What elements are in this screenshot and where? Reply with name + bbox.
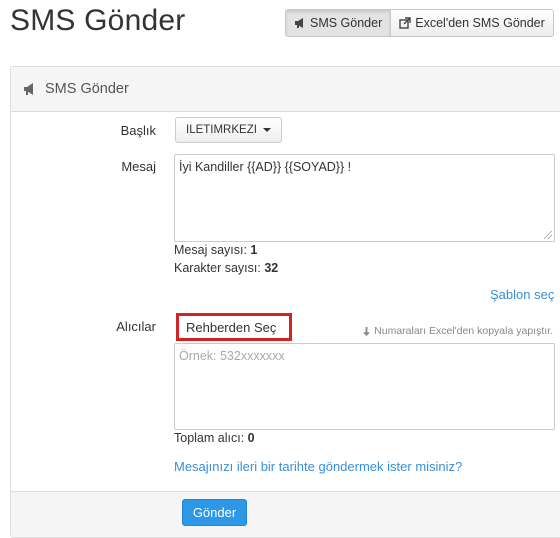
sms-send-tab-label: SMS Gönder bbox=[310, 16, 383, 30]
sender-title-dropdown[interactable]: ILETIMRKEZI bbox=[175, 117, 282, 143]
excel-paste-hint-text: Numaraları Excel'den kopyala yapıştır. bbox=[374, 325, 553, 337]
schedule-later-link[interactable]: Mesajınızı ileri bir tarihte göndermek i… bbox=[174, 459, 462, 474]
top-button-group: SMS Gönder Excel'den SMS Gönder bbox=[285, 9, 554, 37]
message-textarea[interactable]: İyi Kandiller {{AD}} {{SOYAD}} ! bbox=[174, 154, 555, 242]
message-text: İyi Kandiller {{AD}} {{SOYAD}} ! bbox=[179, 160, 352, 174]
baslik-label: Başlık bbox=[120, 123, 156, 138]
character-count-value: 32 bbox=[264, 261, 279, 275]
excel-paste-hint: Numaraları Excel'den kopyala yapıştır. bbox=[362, 325, 553, 337]
character-count-label: Karakter sayısı: bbox=[174, 261, 261, 275]
total-recipients-label: Toplam alıcı: bbox=[174, 431, 245, 445]
panel-title: SMS Gönder bbox=[45, 81, 129, 97]
total-recipients: Toplam alıcı: 0 bbox=[174, 431, 255, 445]
caret-down-icon bbox=[262, 128, 271, 132]
page-title: SMS Gönder bbox=[10, 4, 186, 37]
send-button[interactable]: Gönder bbox=[182, 499, 247, 526]
excel-sms-tab-button[interactable]: Excel'den SMS Gönder bbox=[390, 10, 553, 36]
alicilar-label: Alıcılar bbox=[116, 319, 156, 334]
panel-header: SMS Gönder bbox=[11, 67, 560, 112]
mesaj-label: Mesaj bbox=[121, 159, 156, 174]
sms-send-tab-button[interactable]: SMS Gönder bbox=[286, 10, 391, 36]
excel-sms-tab-label: Excel'den SMS Gönder bbox=[415, 16, 545, 30]
character-count: Karakter sayısı: 32 bbox=[174, 261, 278, 275]
select-from-contacts-button[interactable]: Rehberden Seç bbox=[176, 313, 292, 341]
bullhorn-icon bbox=[24, 83, 33, 95]
external-link-icon bbox=[399, 17, 411, 29]
arrow-down-icon bbox=[363, 326, 371, 336]
select-template-link[interactable]: Şablon seç bbox=[490, 287, 554, 302]
message-count-label: Mesaj sayısı: bbox=[174, 243, 247, 257]
sms-panel: SMS Gönder Başlık ILETIMRKEZI Mesaj İyi … bbox=[10, 66, 560, 538]
recipients-textarea[interactable]: Örnek: 532xxxxxxx bbox=[174, 343, 555, 430]
resize-grip-icon[interactable] bbox=[544, 231, 552, 239]
sender-title-value: ILETIMRKEZI bbox=[186, 124, 257, 136]
total-recipients-value: 0 bbox=[247, 431, 255, 445]
bullhorn-icon bbox=[295, 18, 303, 28]
recipients-placeholder: Örnek: 532xxxxxxx bbox=[179, 349, 285, 363]
panel-footer bbox=[11, 491, 560, 537]
message-count: Mesaj sayısı: 1 bbox=[174, 243, 257, 257]
message-count-value: 1 bbox=[250, 243, 258, 257]
